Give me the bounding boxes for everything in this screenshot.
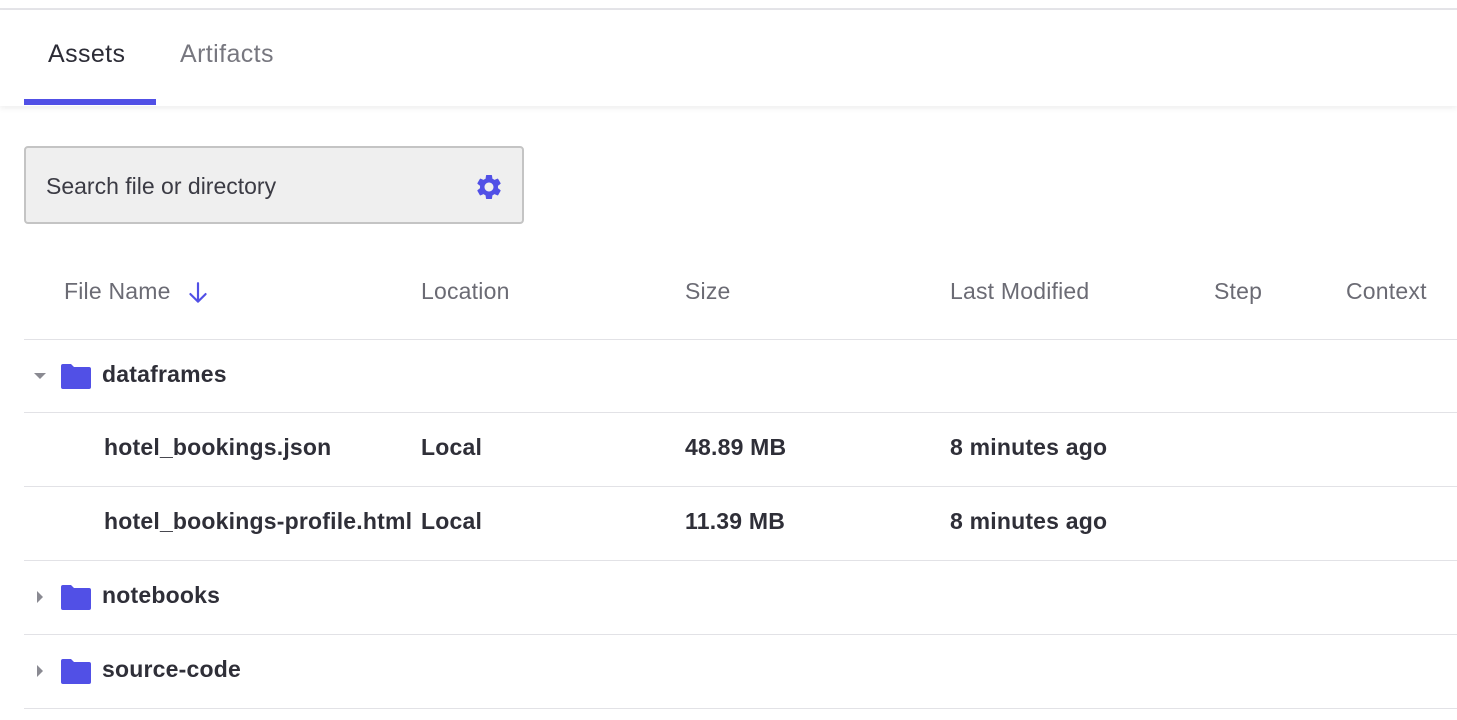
file-size: 48.89 MB — [685, 434, 787, 460]
gear-icon[interactable] — [474, 172, 504, 202]
table-row[interactable]: hotel_bookings-profile.html Local 11.39 … — [24, 486, 1457, 560]
folder-icon — [61, 659, 91, 684]
column-header-location[interactable]: Location — [421, 278, 510, 305]
caret-down-icon[interactable] — [32, 366, 48, 386]
column-header-file-name[interactable]: File Name — [64, 278, 171, 305]
file-name[interactable]: hotel_bookings-profile.html — [104, 508, 412, 535]
search-box — [24, 146, 524, 224]
folder-row-notebooks[interactable]: notebooks — [24, 560, 1457, 634]
column-header-last-modified[interactable]: Last Modified — [950, 278, 1089, 305]
column-header-step[interactable]: Step — [1214, 278, 1262, 305]
file-name[interactable]: hotel_bookings.json — [104, 434, 331, 461]
caret-right-icon[interactable] — [32, 587, 48, 607]
column-header-size[interactable]: Size — [685, 278, 731, 305]
tab-assets[interactable]: Assets — [48, 40, 125, 74]
folder-name[interactable]: notebooks — [102, 582, 220, 609]
file-last-modified: 8 minutes ago — [950, 434, 1108, 460]
caret-right-icon[interactable] — [32, 661, 48, 681]
file-location: Local — [421, 508, 483, 534]
folder-name[interactable]: source-code — [102, 656, 241, 683]
divider — [24, 708, 1457, 709]
folder-name[interactable]: dataframes — [102, 361, 227, 388]
folder-icon — [61, 585, 91, 610]
tab-bar: Assets Artifacts — [0, 10, 1457, 106]
table-row[interactable]: hotel_bookings.json Local 48.89 MB 8 min… — [24, 412, 1457, 486]
folder-row-dataframes[interactable]: dataframes — [24, 339, 1457, 413]
file-location: Local — [421, 434, 483, 460]
tab-artifacts[interactable]: Artifacts — [180, 40, 274, 74]
folder-row-source-code[interactable]: source-code — [24, 634, 1457, 708]
search-input[interactable] — [46, 168, 466, 204]
column-header-context[interactable]: Context — [1346, 278, 1427, 305]
file-size: 11.39 MB — [685, 508, 786, 534]
file-last-modified: 8 minutes ago — [950, 508, 1108, 534]
arrow-down-icon[interactable] — [185, 280, 211, 306]
folder-icon — [61, 364, 91, 389]
active-tab-indicator — [24, 99, 156, 105]
